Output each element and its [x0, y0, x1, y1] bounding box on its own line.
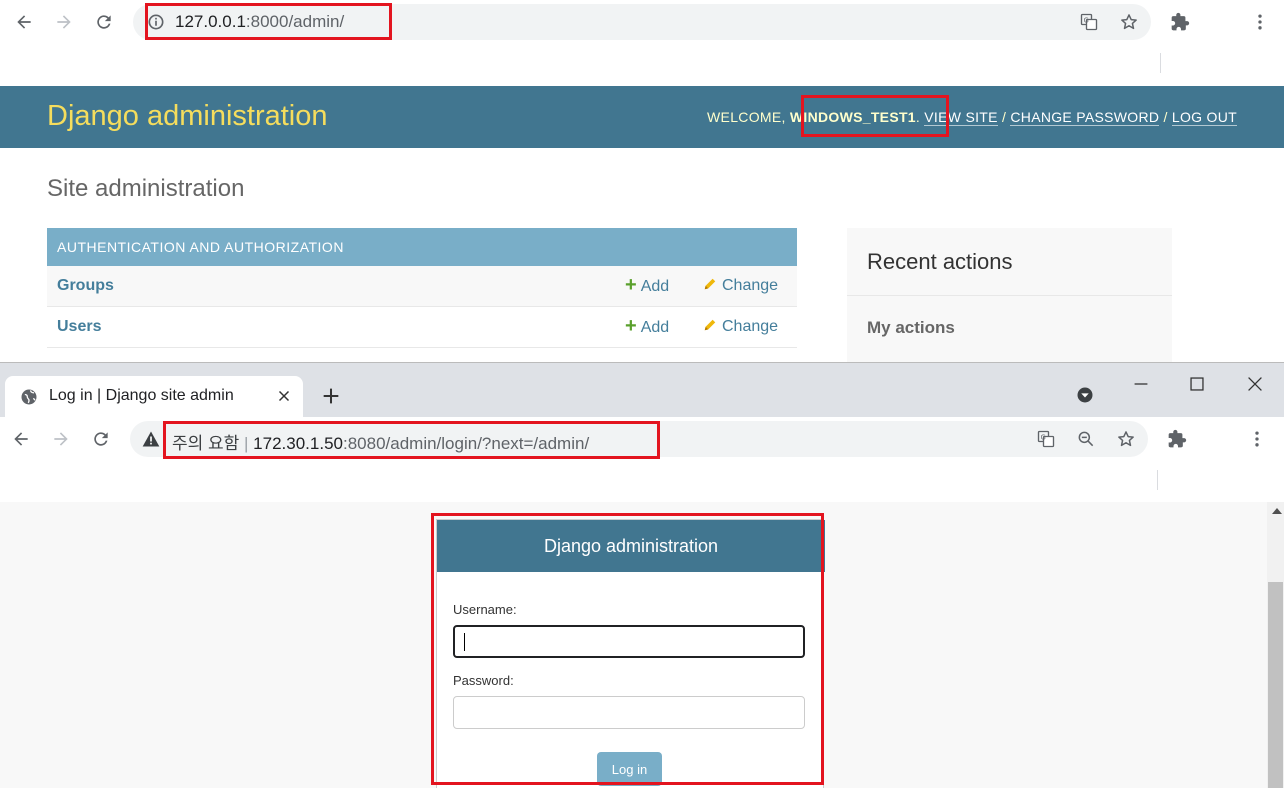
change-groups-link[interactable]: Change: [703, 277, 778, 295]
close-window-icon[interactable]: [1244, 373, 1266, 395]
app-module-auth: AUTHENTICATION AND AUTHORIZATION Groups …: [47, 228, 797, 348]
tab-title: Log in | Django site admin: [49, 387, 234, 404]
menu-button[interactable]: [1243, 425, 1271, 453]
change-users-link[interactable]: Change: [703, 318, 778, 336]
scrollbar[interactable]: [1267, 502, 1284, 788]
model-row-groups: Groups + Add Change: [47, 266, 797, 307]
plus-icon: +: [625, 274, 637, 296]
back-arrow-icon: [17, 15, 31, 29]
log-out-link[interactable]: LOG OUT: [1171, 109, 1237, 126]
tab-strip: Log in | Django site admin: [0, 363, 1284, 417]
bookmarks-divider: [1160, 53, 1161, 73]
model-link-users[interactable]: Users: [57, 318, 101, 336]
globe-icon: [21, 389, 37, 405]
admin-header: Django administration WELCOME, WINDOWS_T…: [0, 86, 1284, 148]
my-actions-title: My actions: [867, 318, 955, 337]
extensions-button[interactable]: [1163, 425, 1191, 453]
user-tools: WELCOME, WINDOWS_TEST1. VIEW SITE / CHAN…: [707, 109, 1237, 126]
change-password-link[interactable]: CHANGE PASSWORD: [1010, 109, 1160, 126]
recent-actions-panel: Recent actions My actions: [847, 228, 1172, 362]
tab-login[interactable]: Log in | Django site admin: [5, 376, 303, 417]
kebab-menu-icon: [1258, 14, 1262, 30]
back-button[interactable]: [7, 425, 35, 453]
extensions-button[interactable]: [1166, 8, 1194, 36]
add-groups-link[interactable]: + Add: [625, 274, 669, 296]
model-row-users: Users + Add Change: [47, 307, 797, 348]
pencil-icon: [704, 278, 716, 290]
new-tab-icon[interactable]: [320, 385, 342, 407]
forward-button[interactable]: [50, 8, 78, 36]
back-arrow-icon: [14, 432, 28, 446]
maximize-icon[interactable]: [1186, 373, 1208, 395]
welcome-text: WELCOME,: [707, 109, 790, 125]
site-brand[interactable]: Django administration: [47, 100, 327, 133]
reload-icon: [97, 15, 111, 29]
kebab-menu-icon: [1255, 431, 1259, 447]
svg-text:G: G: [1084, 16, 1089, 24]
reload-icon: [94, 432, 108, 446]
forward-arrow-icon: [57, 15, 71, 29]
url-highlight-box: [163, 421, 660, 459]
tab-search-icon[interactable]: [1075, 385, 1095, 405]
username-highlight-box: [801, 95, 949, 137]
scroll-up-arrow-icon[interactable]: [1272, 508, 1282, 514]
login-page: Django administration Username: Password…: [0, 502, 1284, 788]
browser-window-login: Log in | Django site admin 주의 요함 | 172.3…: [0, 362, 1284, 788]
scroll-thumb[interactable]: [1268, 582, 1283, 788]
login-highlight-box: [431, 513, 824, 785]
warning-icon[interactable]: [140, 428, 162, 450]
zoom-out-icon[interactable]: [1075, 428, 1097, 450]
add-users-link[interactable]: + Add: [625, 315, 669, 337]
browser-window-admin: 127.0.0.1:8000/admin/ G Django administr…: [0, 0, 1284, 362]
translate-icon[interactable]: G: [1035, 428, 1057, 450]
back-button[interactable]: [10, 8, 38, 36]
recent-actions-title: Recent actions: [867, 249, 1013, 274]
page-title: Site administration: [47, 175, 245, 202]
browser-toolbar: 127.0.0.1:8000/admin/ G: [0, 0, 1284, 44]
translate-icon[interactable]: G: [1078, 11, 1100, 33]
svg-text:G: G: [1041, 433, 1046, 441]
url-highlight-box: [145, 3, 392, 40]
forward-arrow-icon: [54, 432, 68, 446]
browser-toolbar: 주의 요함 | 172.30.1.50:8080/admin/login/?ne…: [0, 417, 1284, 461]
minimize-icon[interactable]: [1130, 373, 1152, 395]
plus-icon: +: [625, 315, 637, 337]
reload-button[interactable]: [90, 8, 118, 36]
close-tab-icon[interactable]: [275, 387, 293, 405]
model-list: Groups + Add Change Users + Add Change: [47, 266, 797, 348]
divider: [847, 295, 1172, 296]
pencil-icon: [704, 319, 716, 331]
puzzle-icon: [1171, 12, 1190, 31]
bookmark-star-icon[interactable]: [1115, 428, 1137, 450]
bookmarks-divider: [1157, 470, 1158, 490]
puzzle-icon: [1168, 429, 1187, 448]
module-caption[interactable]: AUTHENTICATION AND AUTHORIZATION: [47, 228, 797, 266]
reload-button[interactable]: [87, 425, 115, 453]
forward-button[interactable]: [47, 425, 75, 453]
menu-button[interactable]: [1246, 8, 1274, 36]
model-link-groups[interactable]: Groups: [57, 277, 114, 295]
bookmark-star-icon[interactable]: [1118, 11, 1140, 33]
